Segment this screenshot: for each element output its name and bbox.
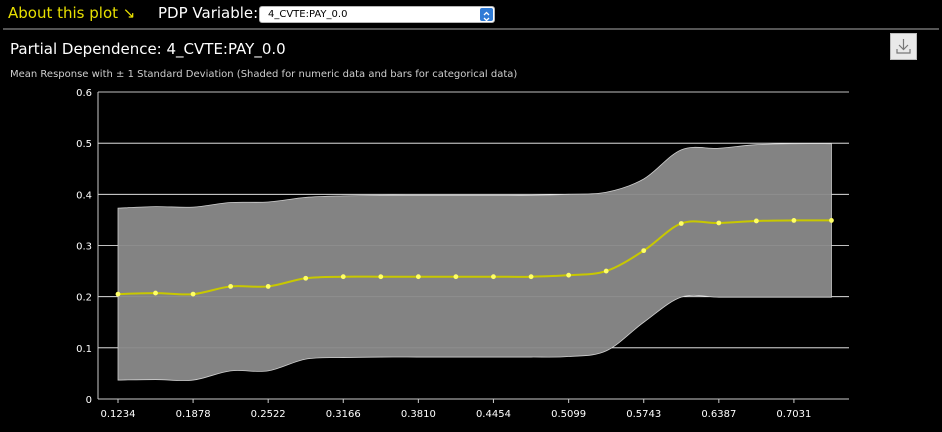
mean-point [115,291,121,297]
mean-point [791,218,797,223]
mean-point [829,218,834,223]
pdp-chart: 0 0.1 0.2 0.3 0.4 0.5 0.6 0.1234 0.1878 0.2522 0.3… [76,88,849,420]
x-tick-label: 0.4454 [476,409,511,420]
mean-point [340,274,346,280]
y-tick-label: 0.2 [76,293,92,304]
mean-point [303,275,309,281]
y-tick-label: 0.6 [76,88,92,99]
mean-point [153,290,158,296]
x-tick-label: 0.1878 [176,409,211,420]
std-band-layer [117,143,832,381]
y-tick-label: 0.4 [76,190,92,201]
mean-point [265,284,271,289]
x-tick-label: 0.6387 [701,409,736,420]
mean-point [641,248,647,254]
y-tick-label: 0.1 [76,344,92,355]
mean-point [453,274,459,280]
y-tick-label: 0.3 [76,242,92,253]
mean-point [190,291,196,297]
x-tick-label: 0.2522 [251,409,286,420]
x-tick-label: 0.7031 [776,409,811,420]
mean-point [228,284,234,289]
y-tick-label: 0 [86,395,92,406]
mean-point [528,274,534,280]
mean-point [491,274,496,280]
mean-point [566,272,572,278]
x-tick-label: 0.5743 [626,409,661,420]
x-tick-label: 0.5099 [551,409,586,420]
mean-point [753,218,759,224]
mean-point [415,274,421,280]
mean-point [378,274,384,280]
std-band [117,143,832,381]
mean-point [678,221,684,226]
x-tick-label: 0.3810 [401,409,436,420]
mean-point [603,268,609,274]
mean-point [716,220,722,226]
y-tick-label: 0.5 [76,139,92,150]
x-tick-label: 0.3166 [326,409,361,420]
x-tick-label: 0.1234 [101,409,136,420]
